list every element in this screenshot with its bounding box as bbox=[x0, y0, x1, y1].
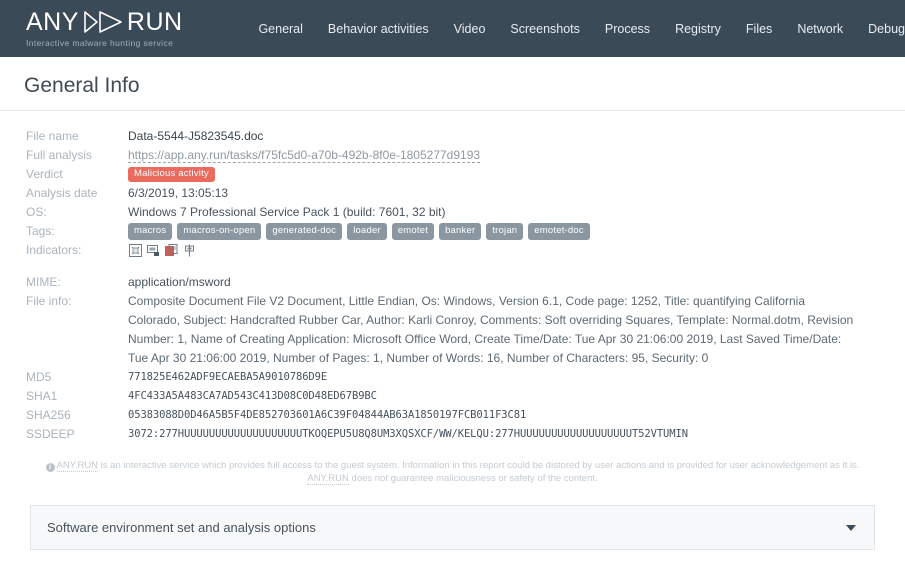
row-sha1: SHA1 4FC433A5A483CA7AD543C413D08C0D48ED6… bbox=[0, 387, 905, 406]
label-indicators: Indicators: bbox=[0, 241, 128, 260]
row-sha256: SHA256 05383088D0D46A5B5F4DE852703601A6C… bbox=[0, 406, 905, 425]
nav-item-process[interactable]: Process bbox=[605, 22, 650, 36]
value-verdict: Malicious activity bbox=[128, 165, 905, 184]
value-sha1: 4FC433A5A483CA7AD543C413D08C0D48ED67B9BC bbox=[128, 387, 905, 406]
row-analysis-date: Analysis date 6/3/2019, 13:05:13 bbox=[0, 184, 905, 203]
value-md5: 771825E462ADF9ECAEBA5A9010786D9E bbox=[128, 368, 905, 387]
nav-item-debug[interactable]: Debug bbox=[868, 22, 905, 36]
label-mime: MIME: bbox=[0, 273, 128, 292]
row-file-info: File info: Composite Document File V2 Do… bbox=[0, 292, 905, 368]
page-title: General Info bbox=[24, 74, 905, 98]
nav-item-network[interactable]: Network bbox=[797, 22, 843, 36]
row-mime: MIME: application/msword bbox=[0, 273, 905, 292]
disclaimer-text-2: does not guarantee maliciousness or safe… bbox=[349, 473, 598, 484]
label-md5: MD5 bbox=[0, 368, 128, 387]
nav-item-screenshots[interactable]: Screenshots bbox=[510, 22, 579, 36]
label-full-analysis: Full analysis bbox=[0, 146, 128, 165]
label-ssdeep: SSDEEP bbox=[0, 425, 128, 444]
nav-item-registry[interactable]: Registry bbox=[675, 22, 721, 36]
main-navigation: General Behavior activities Video Screen… bbox=[258, 22, 905, 36]
disclaimer-text-1: is an interactive service which provides… bbox=[98, 460, 859, 471]
logo[interactable]: ANY RUN Interactive malware hunting serv… bbox=[26, 9, 202, 48]
nav-item-general[interactable]: General bbox=[258, 22, 302, 36]
label-file-name: File name bbox=[0, 127, 128, 146]
logo-word-any: ANY bbox=[26, 10, 79, 35]
disclaimer-brand-1: ANY.RUN bbox=[57, 460, 99, 472]
value-sha256: 05383088D0D46A5B5F4DE852703601A6C39F0484… bbox=[128, 406, 905, 425]
full-analysis-link[interactable]: https://app.any.run/tasks/f75fc5d0-a70b-… bbox=[128, 148, 480, 163]
value-mime: application/msword bbox=[128, 273, 905, 292]
tag-loader[interactable]: loader bbox=[347, 223, 387, 240]
indicator-list bbox=[128, 241, 879, 257]
row-tags: Tags: macros macros-on-open generated-do… bbox=[0, 222, 905, 241]
value-analysis-date: 6/3/2019, 13:05:13 bbox=[128, 184, 905, 203]
tag-macros-on-open[interactable]: macros-on-open bbox=[177, 223, 261, 240]
logo-word-run: RUN bbox=[127, 10, 183, 35]
value-file-name: Data-5544-J5823545.doc bbox=[128, 127, 905, 146]
logo-wordmark: ANY RUN bbox=[26, 9, 202, 35]
copy-files-icon[interactable] bbox=[164, 243, 178, 257]
caret-down-icon[interactable] bbox=[846, 525, 856, 531]
row-ssdeep: SSDEEP 3072:277HUUUUUUUUUUUUUUUUUUUTKOQE… bbox=[0, 425, 905, 444]
nav-item-files[interactable]: Files bbox=[746, 22, 772, 36]
tag-trojan[interactable]: trojan bbox=[486, 223, 523, 240]
tag-emotet-doc[interactable]: emotet-doc bbox=[528, 223, 590, 240]
general-info-table: File name Data-5544-J5823545.doc Full an… bbox=[0, 111, 905, 444]
row-full-analysis: Full analysis https://app.any.run/tasks/… bbox=[0, 146, 905, 165]
nav-item-video[interactable]: Video bbox=[454, 22, 486, 36]
label-analysis-date: Analysis date bbox=[0, 184, 128, 203]
play-triangle-icon bbox=[81, 9, 125, 35]
nav-item-behavior-activities[interactable]: Behavior activities bbox=[328, 22, 429, 36]
disclaimer: iANY.RUN is an interactive service which… bbox=[26, 459, 879, 485]
value-indicators bbox=[128, 241, 905, 257]
value-os: Windows 7 Professional Service Pack 1 (b… bbox=[128, 203, 905, 222]
tag-list: macros macros-on-open generated-doc load… bbox=[128, 222, 879, 240]
label-sha256: SHA256 bbox=[0, 406, 128, 425]
label-sha1: SHA1 bbox=[0, 387, 128, 406]
page-title-section: General Info bbox=[0, 57, 905, 111]
value-ssdeep: 3072:277HUUUUUUUUUUUUUUUUUUUTKOQEPU5U8Q8… bbox=[128, 425, 905, 444]
value-file-info: Composite Document File V2 Document, Lit… bbox=[128, 292, 884, 368]
tag-generated-doc[interactable]: generated-doc bbox=[266, 223, 342, 240]
status-badge: Malicious activity bbox=[128, 167, 215, 182]
row-verdict: Verdict Malicious activity bbox=[0, 165, 905, 184]
value-tags: macros macros-on-open generated-doc load… bbox=[128, 222, 905, 240]
registry-key-icon[interactable] bbox=[182, 243, 196, 257]
label-verdict: Verdict bbox=[0, 165, 128, 184]
tag-emotet[interactable]: emotet bbox=[392, 223, 434, 240]
label-file-info: File info: bbox=[0, 292, 128, 311]
disclaimer-brand-2: ANY.RUN bbox=[307, 473, 349, 485]
software-environment-accordion[interactable]: Software environment set and analysis op… bbox=[30, 505, 875, 550]
label-os: OS: bbox=[0, 203, 128, 222]
site-header: ANY RUN Interactive malware hunting serv… bbox=[0, 0, 905, 57]
accordion-section: Software environment set and analysis op… bbox=[0, 485, 905, 550]
row-indicators: Indicators: bbox=[0, 241, 905, 261]
row-os: OS: Windows 7 Professional Service Pack … bbox=[0, 203, 905, 222]
accordion-label: Software environment set and analysis op… bbox=[47, 520, 316, 535]
label-tags: Tags: bbox=[0, 222, 128, 241]
value-full-analysis: https://app.any.run/tasks/f75fc5d0-a70b-… bbox=[128, 146, 905, 165]
monitor-process-icon[interactable] bbox=[146, 243, 160, 257]
logo-tagline: Interactive malware hunting service bbox=[26, 38, 176, 48]
network-threat-icon[interactable] bbox=[128, 243, 142, 257]
section-gap bbox=[0, 261, 905, 273]
info-icon: i bbox=[46, 463, 55, 472]
tag-macros[interactable]: macros bbox=[128, 223, 172, 240]
row-file-name: File name Data-5544-J5823545.doc bbox=[0, 127, 905, 146]
tag-banker[interactable]: banker bbox=[439, 223, 481, 240]
row-md5: MD5 771825E462ADF9ECAEBA5A9010786D9E bbox=[0, 368, 905, 387]
